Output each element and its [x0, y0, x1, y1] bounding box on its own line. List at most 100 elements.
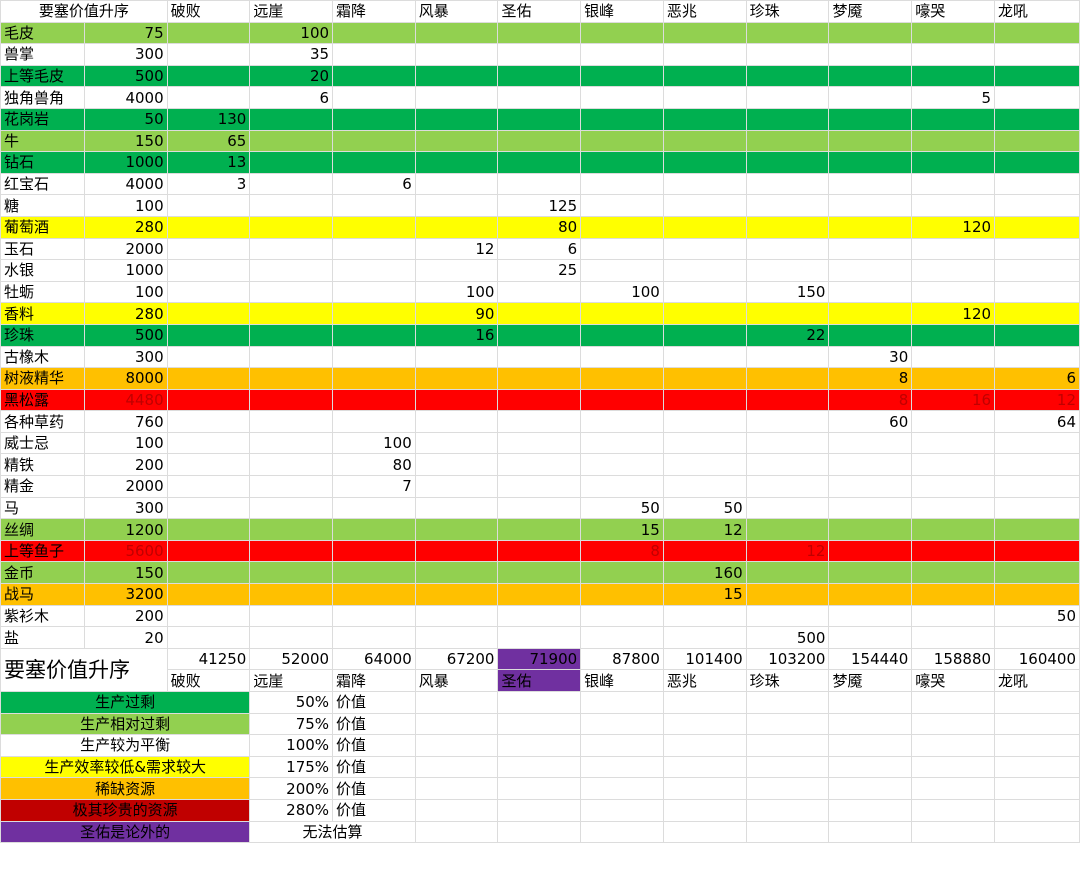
fort-amount-cell[interactable]: 20 — [249, 64, 334, 88]
fort-amount-cell[interactable] — [662, 367, 747, 390]
fort-amount-cell[interactable] — [745, 107, 830, 131]
empty-cell[interactable] — [911, 691, 996, 714]
fort-amount-cell[interactable] — [332, 583, 416, 606]
fort-amount-cell[interactable] — [662, 172, 747, 196]
fort-amount-cell[interactable] — [828, 561, 913, 585]
fort-amount-cell[interactable] — [332, 129, 416, 153]
empty-cell[interactable] — [828, 798, 913, 822]
fort-amount-cell[interactable] — [580, 431, 664, 455]
fort-amount-cell[interactable] — [580, 323, 664, 347]
fort-amount-cell[interactable] — [994, 626, 1080, 649]
fort-amount-cell[interactable] — [166, 43, 251, 66]
fort-amount-cell[interactable] — [414, 172, 499, 196]
fort-amount-cell[interactable] — [414, 86, 499, 109]
resource-name-cell[interactable]: 葡萄酒 — [0, 215, 85, 239]
fort-amount-cell[interactable]: 8 — [828, 367, 913, 390]
resource-value-cell[interactable]: 1200 — [83, 518, 168, 541]
fort-header-cell[interactable]: 破败 — [166, 669, 251, 692]
fort-amount-cell[interactable] — [662, 194, 747, 217]
empty-cell[interactable] — [662, 691, 747, 714]
fort-amount-cell[interactable] — [414, 539, 499, 563]
empty-cell[interactable] — [994, 820, 1080, 844]
fort-amount-cell[interactable] — [911, 583, 996, 606]
fort-amount-cell[interactable] — [497, 43, 582, 66]
fort-amount-cell[interactable] — [828, 626, 913, 649]
fort-amount-cell[interactable]: 120 — [911, 302, 996, 325]
fort-amount-cell[interactable]: 50 — [580, 496, 664, 520]
resource-value-cell[interactable]: 500 — [83, 64, 168, 88]
fort-amount-cell[interactable] — [497, 539, 582, 563]
empty-cell[interactable] — [662, 777, 747, 800]
fort-amount-cell[interactable] — [166, 453, 251, 477]
fort-amount-cell[interactable] — [249, 237, 334, 261]
fort-amount-cell[interactable] — [166, 475, 251, 498]
fort-amount-cell[interactable] — [497, 280, 582, 304]
fort-amount-cell[interactable] — [745, 64, 830, 88]
fort-amount-cell[interactable]: 12 — [745, 539, 830, 563]
fort-amount-cell[interactable] — [911, 367, 996, 390]
fort-amount-cell[interactable] — [911, 21, 996, 45]
legend-label-cell[interactable]: 生产较为平衡 — [0, 734, 251, 757]
resource-value-cell[interactable]: 150 — [83, 129, 168, 153]
fort-amount-cell[interactable] — [662, 604, 747, 628]
fort-amount-cell[interactable] — [745, 561, 830, 585]
fort-amount-cell[interactable] — [662, 475, 747, 498]
legend-note-cell[interactable]: 价值 — [332, 755, 416, 779]
empty-cell[interactable] — [994, 777, 1080, 800]
empty-cell[interactable] — [994, 691, 1080, 714]
fort-amount-cell[interactable] — [662, 388, 747, 412]
fort-amount-cell[interactable] — [497, 626, 582, 649]
resource-value-cell[interactable]: 4000 — [83, 172, 168, 196]
fort-amount-cell[interactable] — [994, 151, 1080, 174]
fort-amount-cell[interactable] — [580, 388, 664, 412]
fort-amount-cell[interactable] — [414, 431, 499, 455]
fort-amount-cell[interactable] — [166, 194, 251, 217]
fort-total-cell[interactable]: 101400 — [662, 647, 747, 671]
fort-amount-cell[interactable]: 8 — [580, 539, 664, 563]
fort-amount-cell[interactable] — [166, 64, 251, 88]
fort-amount-cell[interactable] — [911, 496, 996, 520]
fort-amount-cell[interactable] — [745, 475, 830, 498]
fort-amount-cell[interactable] — [828, 64, 913, 88]
fort-amount-cell[interactable] — [414, 410, 499, 433]
fort-amount-cell[interactable] — [497, 323, 582, 347]
legend-note-cell[interactable]: 无法估算 — [249, 820, 416, 844]
fort-amount-cell[interactable] — [745, 86, 830, 109]
empty-cell[interactable] — [911, 712, 996, 736]
fort-header-cell[interactable]: 破败 — [166, 0, 251, 23]
legend-note-cell[interactable]: 价值 — [332, 798, 416, 822]
resource-value-cell[interactable]: 100 — [83, 280, 168, 304]
fort-amount-cell[interactable] — [745, 259, 830, 282]
fort-amount-cell[interactable] — [166, 431, 251, 455]
fort-total-cell[interactable]: 103200 — [745, 647, 830, 671]
fort-amount-cell[interactable] — [497, 64, 582, 88]
fort-amount-cell[interactable] — [166, 345, 251, 369]
fort-amount-cell[interactable] — [828, 302, 913, 325]
fort-amount-cell[interactable]: 35 — [249, 43, 334, 66]
fort-amount-cell[interactable] — [745, 496, 830, 520]
fort-amount-cell[interactable] — [497, 86, 582, 109]
fort-amount-cell[interactable] — [994, 107, 1080, 131]
fort-amount-cell[interactable]: 130 — [166, 107, 251, 131]
fort-amount-cell[interactable] — [828, 259, 913, 282]
fort-amount-cell[interactable] — [662, 410, 747, 433]
fort-amount-cell[interactable] — [911, 604, 996, 628]
resource-name-cell[interactable]: 紫衫木 — [0, 604, 85, 628]
fort-amount-cell[interactable] — [994, 194, 1080, 217]
empty-cell[interactable] — [745, 712, 830, 736]
fort-amount-cell[interactable] — [745, 172, 830, 196]
fort-amount-cell[interactable] — [332, 280, 416, 304]
empty-cell[interactable] — [414, 734, 499, 757]
fort-header-cell[interactable]: 霜降 — [332, 0, 416, 23]
fort-amount-cell[interactable] — [414, 259, 499, 282]
fort-amount-cell[interactable] — [166, 280, 251, 304]
fort-amount-cell[interactable] — [497, 345, 582, 369]
resource-value-cell[interactable]: 1000 — [83, 259, 168, 282]
fort-amount-cell[interactable]: 15 — [580, 518, 664, 541]
fort-amount-cell[interactable] — [994, 280, 1080, 304]
empty-cell[interactable] — [580, 755, 664, 779]
empty-cell[interactable] — [497, 691, 582, 714]
fort-amount-cell[interactable]: 160 — [662, 561, 747, 585]
fort-amount-cell[interactable] — [332, 561, 416, 585]
fort-header-cell[interactable]: 圣佑 — [497, 669, 582, 692]
